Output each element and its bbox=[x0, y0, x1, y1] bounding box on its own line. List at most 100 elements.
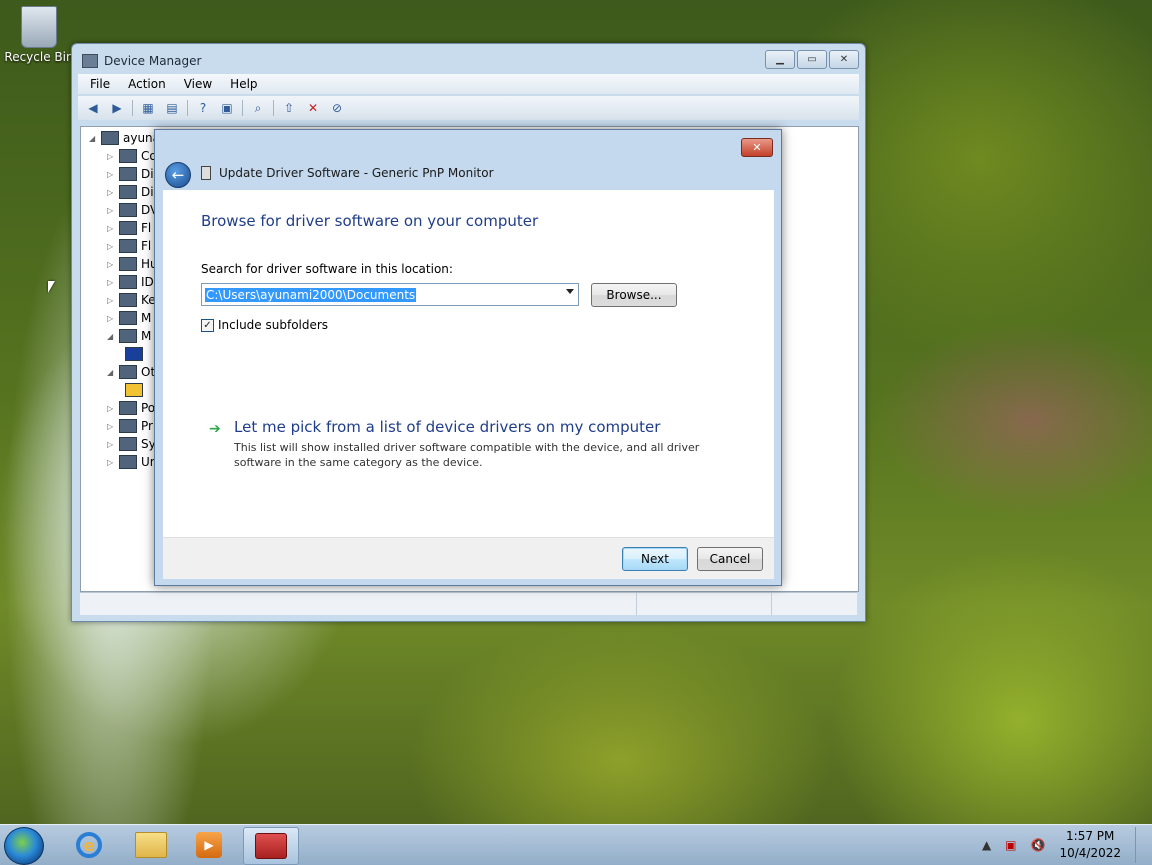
expand-arrow-icon[interactable]: ▷ bbox=[107, 404, 115, 413]
dialog-title: Update Driver Software - Generic PnP Mon… bbox=[201, 166, 494, 180]
dialog-close-button[interactable]: ✕ bbox=[741, 138, 773, 157]
properties-icon[interactable]: ▤ bbox=[163, 100, 181, 116]
file-explorer-icon bbox=[135, 832, 167, 858]
cancel-button[interactable]: Cancel bbox=[697, 547, 763, 571]
file-explorer-button[interactable] bbox=[124, 827, 178, 863]
next-button[interactable]: Next bbox=[622, 547, 688, 571]
tree-item[interactable]: ◢ M bbox=[107, 327, 151, 345]
tree-item[interactable]: ▷ Di bbox=[107, 165, 154, 183]
expand-arrow-icon[interactable]: ▷ bbox=[107, 170, 115, 179]
volume-muted-icon[interactable]: 🔇 bbox=[1031, 838, 1046, 852]
recycle-bin-label: Recycle Bin bbox=[4, 50, 74, 64]
tree-item-label: Di bbox=[141, 185, 154, 199]
include-subfolders-checkbox[interactable]: ✓ Include subfolders bbox=[201, 318, 328, 332]
menu-help[interactable]: Help bbox=[230, 77, 257, 91]
tree-root[interactable]: ◢ ayuna bbox=[89, 129, 160, 147]
driver-path-combobox[interactable]: C:\Users\ayunami2000\Documents bbox=[201, 283, 579, 306]
tree-item[interactable]: ▷ M bbox=[107, 309, 151, 327]
driver-path-value[interactable]: C:\Users\ayunami2000\Documents bbox=[205, 287, 417, 302]
browse-button[interactable]: Browse... bbox=[591, 283, 677, 307]
disable-device-icon[interactable]: ⊘ bbox=[328, 100, 346, 116]
expand-arrow-icon[interactable]: ▷ bbox=[107, 440, 115, 449]
tree-item-label: Pr bbox=[141, 419, 153, 433]
tree-item[interactable]: ▷ Co bbox=[107, 147, 157, 165]
uninstall-icon[interactable]: ✕ bbox=[304, 100, 322, 116]
device-manager-toolbox-icon bbox=[255, 833, 287, 859]
monitor-icon bbox=[125, 347, 143, 361]
update-driver-dialog: ✕ ← Update Driver Software - Generic PnP… bbox=[154, 129, 782, 586]
mouse-icon bbox=[119, 311, 137, 325]
device-manager-taskbar-button[interactable] bbox=[243, 827, 299, 865]
collapse-arrow-icon[interactable]: ◢ bbox=[107, 368, 115, 377]
tree-item-label: M bbox=[141, 329, 152, 343]
dialog-footer: Next Cancel bbox=[163, 537, 774, 579]
show-hide-console-tree-icon[interactable]: ▦ bbox=[139, 100, 157, 116]
update-driver-icon[interactable]: ⇧ bbox=[280, 100, 298, 116]
device-icon bbox=[119, 185, 137, 199]
expand-arrow-icon[interactable]: ▷ bbox=[107, 278, 115, 287]
forward-arrow-icon[interactable]: ▶ bbox=[108, 100, 126, 116]
network-icon[interactable]: ▣ bbox=[1005, 838, 1016, 852]
show-desktop-button[interactable] bbox=[1135, 827, 1144, 863]
tree-item[interactable]: ▷ ID bbox=[107, 273, 154, 291]
internet-explorer-button[interactable]: e bbox=[62, 827, 116, 863]
tree-item[interactable]: ▷ Ke bbox=[107, 291, 156, 309]
minimize-button[interactable]: ▁ bbox=[765, 50, 795, 69]
menu-file[interactable]: File bbox=[90, 77, 110, 91]
expand-arrow-icon[interactable]: ▷ bbox=[107, 458, 115, 467]
tree-item[interactable] bbox=[125, 345, 147, 363]
expand-arrow-icon[interactable]: ▷ bbox=[107, 206, 115, 215]
tree-item[interactable]: ◢ Ot bbox=[107, 363, 155, 381]
dropdown-arrow-icon[interactable] bbox=[566, 289, 574, 294]
pick-from-list-link[interactable]: Let me pick from a list of device driver… bbox=[234, 418, 660, 436]
checkbox-checked-icon[interactable]: ✓ bbox=[201, 318, 214, 332]
tree-item[interactable]: ▷ Pr bbox=[107, 417, 153, 435]
tree-item-label: M bbox=[141, 311, 152, 325]
system-tray: ▲ ▣ 🔇 1:57 PM 10/4/2022 bbox=[982, 825, 1144, 865]
start-orb-icon[interactable] bbox=[4, 827, 44, 865]
show-hidden-icons-icon[interactable]: ▲ bbox=[982, 838, 991, 852]
expand-arrow-icon[interactable]: ▷ bbox=[107, 260, 115, 269]
menu-action[interactable]: Action bbox=[128, 77, 166, 91]
collapse-arrow-icon[interactable]: ◢ bbox=[107, 332, 115, 341]
system-device-icon bbox=[119, 437, 137, 451]
back-arrow-icon: ← bbox=[171, 166, 185, 184]
tree-item-label: Fl bbox=[141, 239, 152, 253]
taskbar: e ▶ ▲ ▣ 🔇 1:57 PM 10/4/2022 bbox=[0, 824, 1152, 865]
tree-item[interactable]: ▷ Sy bbox=[107, 435, 156, 453]
recycle-bin-icon bbox=[21, 6, 57, 48]
expand-arrow-icon[interactable]: ▷ bbox=[107, 242, 115, 251]
computer-icon bbox=[101, 131, 119, 145]
scan-hardware-icon[interactable]: ⌕ bbox=[249, 100, 267, 116]
toolbar-separator bbox=[132, 100, 133, 116]
menu-view[interactable]: View bbox=[184, 77, 212, 91]
action-pane-icon[interactable]: ▣ bbox=[218, 100, 236, 116]
back-arrow-icon[interactable]: ◀ bbox=[84, 100, 102, 116]
media-player-button[interactable]: ▶ bbox=[182, 827, 236, 863]
tree-item[interactable]: ▷ Po bbox=[107, 399, 155, 417]
keyboard-icon bbox=[119, 293, 137, 307]
expand-arrow-icon[interactable]: ▷ bbox=[107, 224, 115, 233]
tree-item[interactable]: ▷ Fl bbox=[107, 219, 151, 237]
tree-item[interactable]: ▷ Di bbox=[107, 183, 154, 201]
back-button[interactable]: ← bbox=[165, 162, 191, 188]
tree-item[interactable]: ▷ Fl bbox=[107, 237, 151, 255]
tree-item[interactable]: ▷ DV bbox=[107, 201, 158, 219]
tree-item[interactable]: ▷ Ur bbox=[107, 453, 155, 471]
device-manager-title: Device Manager bbox=[104, 54, 202, 68]
expand-arrow-icon[interactable]: ▷ bbox=[107, 188, 115, 197]
help-icon[interactable]: ? bbox=[194, 100, 212, 116]
expand-arrow-icon[interactable]: ▷ bbox=[107, 422, 115, 431]
expand-arrow-icon[interactable]: ▷ bbox=[107, 314, 115, 323]
clock[interactable]: 1:57 PM 10/4/2022 bbox=[1059, 828, 1121, 862]
device-icon bbox=[119, 167, 137, 181]
recycle-bin[interactable]: Recycle Bin bbox=[4, 6, 74, 64]
close-button[interactable]: ✕ bbox=[829, 50, 859, 69]
tree-item[interactable]: ▷ Hu bbox=[107, 255, 158, 273]
collapse-arrow-icon[interactable]: ◢ bbox=[89, 134, 97, 143]
expand-arrow-icon[interactable]: ▷ bbox=[107, 296, 115, 305]
device-manager-titlebar: Device Manager bbox=[82, 52, 201, 70]
maximize-button[interactable]: ▭ bbox=[797, 50, 827, 69]
tree-item[interactable] bbox=[125, 381, 147, 399]
expand-arrow-icon[interactable]: ▷ bbox=[107, 152, 115, 161]
